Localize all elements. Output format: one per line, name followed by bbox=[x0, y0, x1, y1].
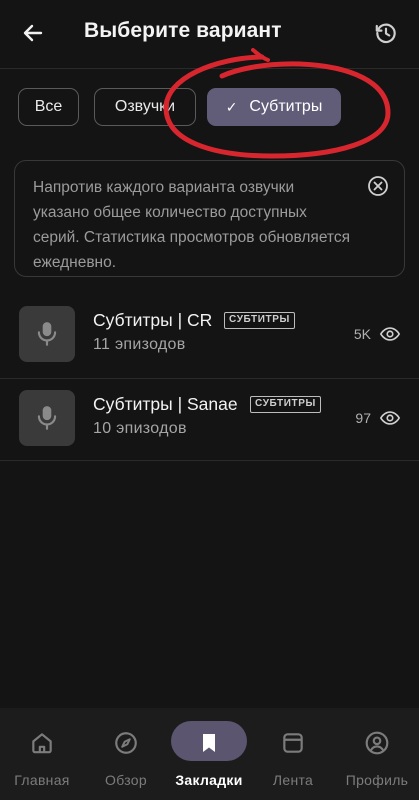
nav-browse[interactable]: Обзор bbox=[84, 708, 168, 800]
filter-all-label: Все bbox=[34, 98, 63, 115]
nav-home-label: Главная bbox=[14, 772, 70, 788]
microphone-icon bbox=[37, 322, 57, 346]
eye-icon bbox=[379, 327, 401, 341]
close-icon bbox=[368, 176, 388, 196]
profile-icon bbox=[362, 728, 392, 758]
nav-bookmarks[interactable]: Закладки bbox=[167, 708, 251, 800]
bottom-nav: Главная Обзор Закладки Лента Профиль bbox=[0, 708, 419, 800]
nav-home[interactable]: Главная bbox=[0, 708, 84, 800]
home-icon bbox=[27, 728, 57, 758]
view-count: 5K bbox=[353, 326, 371, 342]
subtitle-badge: СУБТИТРЫ bbox=[250, 396, 321, 413]
info-notice: Напротив каждого варианта озвучки указан… bbox=[14, 160, 405, 277]
filter-all-chip[interactable]: Все bbox=[18, 88, 79, 126]
header-divider bbox=[0, 68, 419, 69]
filter-dub-label: Озвучки bbox=[114, 98, 176, 115]
check-icon: ✓ bbox=[225, 98, 238, 115]
episode-count: 11 эпизодов bbox=[93, 336, 186, 353]
compass-icon bbox=[111, 728, 141, 758]
view-count: 97 bbox=[355, 410, 371, 426]
filter-sub-chip[interactable]: ✓ Субтитры bbox=[207, 88, 341, 126]
nav-feed-label: Лента bbox=[272, 772, 314, 788]
item-title: Субтитры | CR bbox=[93, 310, 213, 330]
filter-dub-chip[interactable]: Озвучки bbox=[94, 88, 196, 126]
nav-browse-label: Обзор bbox=[105, 772, 147, 788]
history-icon bbox=[375, 23, 396, 44]
bookmark-icon bbox=[194, 728, 224, 758]
list-item[interactable]: Субтитры | CR СУБТИТРЫ 11 эпизодов 5K bbox=[0, 295, 419, 379]
subtitle-badge: СУБТИТРЫ bbox=[224, 312, 295, 329]
nav-profile[interactable]: Профиль bbox=[335, 708, 419, 800]
info-text: Напротив каждого варианта озвучки указан… bbox=[33, 179, 351, 271]
list-item[interactable]: Субтитры | Sanae СУБТИТРЫ 10 эпизодов 97 bbox=[0, 379, 419, 461]
eye-icon bbox=[379, 411, 401, 425]
item-title: Субтитры | Sanae bbox=[93, 394, 238, 414]
episode-count: 10 эпизодов bbox=[93, 420, 187, 437]
thumbnail bbox=[19, 306, 75, 362]
filter-sub-label: Субтитры bbox=[249, 98, 323, 115]
header: Выберите вариант bbox=[0, 0, 419, 66]
nav-feed[interactable]: Лента bbox=[251, 708, 335, 800]
screen: Выберите вариант Все Озвучки ✓ Субтитры … bbox=[0, 0, 419, 800]
microphone-icon bbox=[37, 406, 57, 430]
thumbnail bbox=[19, 390, 75, 446]
nav-bookmarks-label: Закладки bbox=[175, 772, 243, 788]
back-button[interactable] bbox=[18, 18, 48, 48]
page-title: Выберите вариант bbox=[84, 19, 282, 42]
arrow-left-icon bbox=[23, 24, 43, 42]
close-button[interactable] bbox=[366, 174, 390, 198]
history-button[interactable] bbox=[371, 18, 401, 48]
feed-icon bbox=[278, 728, 308, 758]
nav-profile-label: Профиль bbox=[345, 772, 409, 788]
